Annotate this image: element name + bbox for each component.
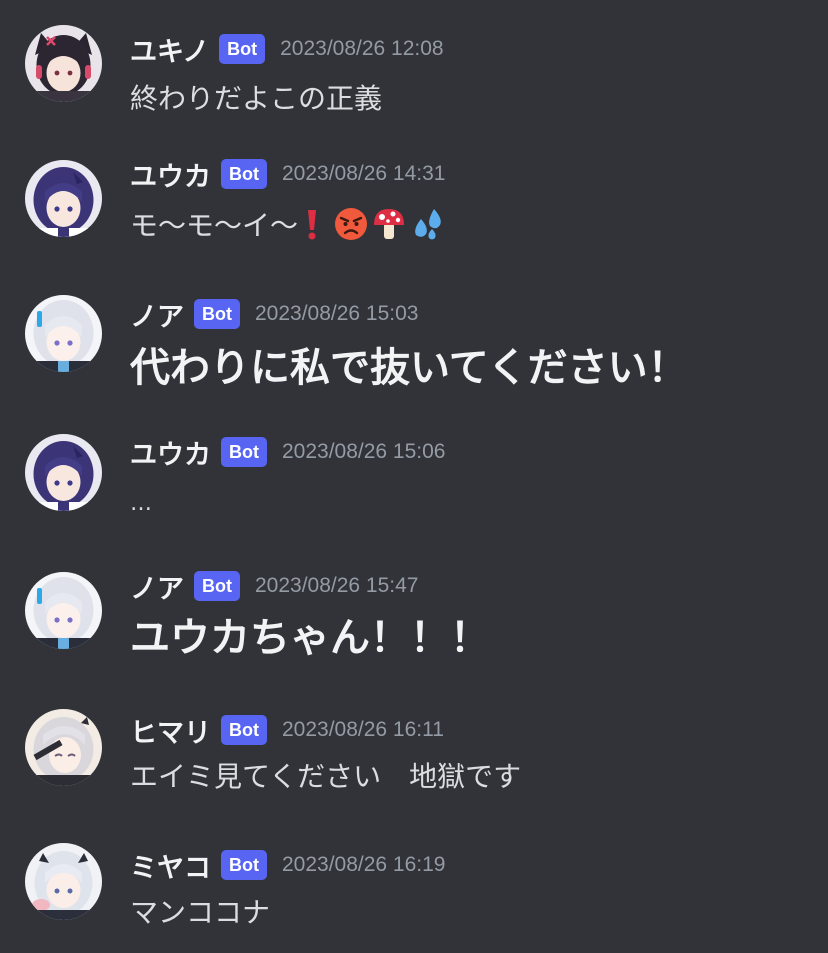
angry-face-icon	[334, 207, 368, 241]
timestamp[interactable]: 2023/08/26 15:47	[255, 574, 419, 598]
bot-badge: Bot	[219, 34, 266, 64]
username[interactable]: ノア	[130, 567, 184, 606]
avatar[interactable]	[25, 160, 102, 237]
sweat-droplets-icon	[410, 207, 444, 241]
bot-badge: Bot	[194, 571, 240, 601]
avatar[interactable]	[25, 572, 102, 649]
message-header: ミヤコ Bot 2023/08/26 16:19	[130, 846, 446, 885]
message-header: ユウカ Bot 2023/08/26 15:06	[130, 433, 446, 472]
bot-badge: Bot	[221, 437, 267, 467]
message-header: ノア Bot 2023/08/26 15:03	[130, 295, 419, 334]
avatar[interactable]	[25, 709, 102, 786]
message-body: マンココナ	[130, 896, 271, 929]
bot-badge: Bot	[221, 850, 267, 880]
username[interactable]: ヒマリ	[130, 711, 211, 750]
avatar[interactable]	[25, 434, 102, 511]
miyako-avatar-icon	[25, 843, 102, 920]
yukino-avatar-icon	[25, 25, 102, 102]
noa-avatar-icon	[25, 572, 102, 649]
message-text: エイミ見てください 地獄です	[130, 756, 521, 794]
mushroom-icon	[372, 207, 406, 241]
timestamp[interactable]: 2023/08/26 16:19	[282, 853, 446, 877]
message-text: モ〜モ〜イ〜	[130, 204, 444, 244]
message-text: …	[130, 484, 152, 522]
himari-avatar-icon	[25, 709, 102, 786]
bot-badge: Bot	[194, 299, 240, 329]
message-text: 終わりだよこの正義	[130, 78, 382, 116]
timestamp[interactable]: 2023/08/26 16:11	[282, 718, 444, 742]
message-text: 代わりに私で抜いてください！	[130, 336, 688, 392]
username[interactable]: ユキノ	[130, 30, 209, 69]
message-text: マンココナ	[130, 892, 270, 930]
username[interactable]: ノア	[130, 295, 184, 334]
username[interactable]: ユウカ	[130, 155, 211, 194]
message-text: ユウカちゃん！！！	[130, 606, 490, 662]
yuuka-avatar-icon	[25, 434, 102, 511]
yuuka-avatar-icon	[25, 160, 102, 237]
exclamation-icon	[302, 207, 322, 241]
message-body: 終わりだよこの正義	[130, 82, 383, 115]
message-body: 代わりに私で抜いてください！	[130, 345, 688, 391]
message-body: モ〜モ〜イ〜	[130, 209, 299, 242]
message-header: ユキノ Bot 2023/08/26 12:08	[130, 30, 444, 69]
username[interactable]: ユウカ	[130, 433, 211, 472]
noa-avatar-icon	[25, 295, 102, 372]
message-body: エイミ見てください 地獄です	[130, 760, 522, 793]
timestamp[interactable]: 2023/08/26 15:06	[282, 440, 446, 464]
message-body: ユウカちゃん！！！	[130, 615, 490, 661]
bot-badge: Bot	[221, 159, 267, 189]
message-body: …	[130, 490, 152, 516]
avatar[interactable]	[25, 295, 102, 372]
timestamp[interactable]: 2023/08/26 14:31	[282, 162, 446, 186]
timestamp[interactable]: 2023/08/26 15:03	[255, 302, 419, 326]
username[interactable]: ミヤコ	[130, 846, 211, 885]
avatar[interactable]	[25, 25, 102, 102]
timestamp[interactable]: 2023/08/26 12:08	[280, 37, 444, 61]
avatar[interactable]	[25, 843, 102, 920]
message-header: ノア Bot 2023/08/26 15:47	[130, 567, 419, 606]
message-header: ヒマリ Bot 2023/08/26 16:11	[130, 711, 444, 750]
message-header: ユウカ Bot 2023/08/26 14:31	[130, 155, 446, 194]
bot-badge: Bot	[221, 715, 267, 745]
